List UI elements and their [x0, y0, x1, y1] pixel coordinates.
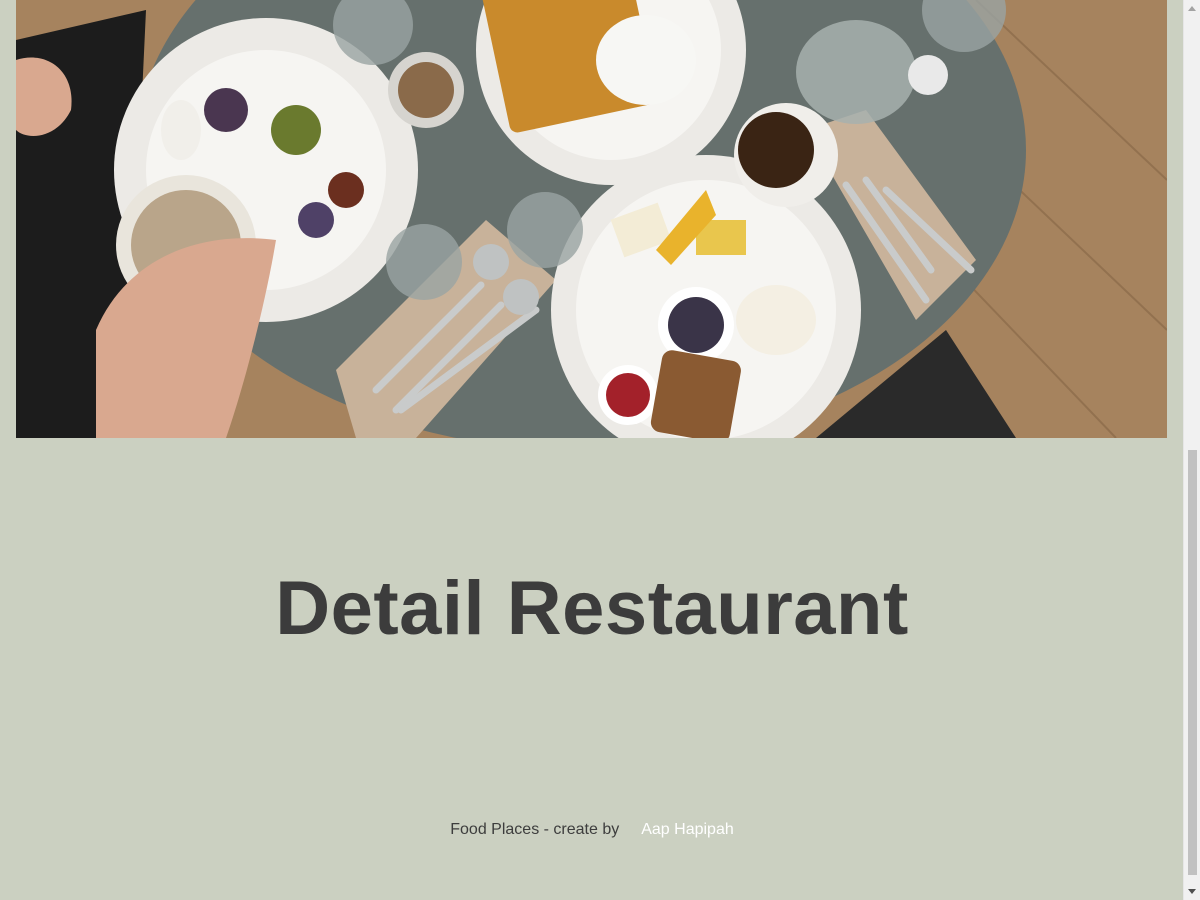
hero-photo-illustration [16, 0, 1167, 438]
vertical-scrollbar[interactable] [1183, 0, 1200, 900]
scroll-up-arrow-icon[interactable] [1188, 6, 1196, 11]
author-link[interactable]: Aap Hapipah [641, 821, 734, 838]
hero-image [16, 0, 1167, 438]
scroll-down-arrow-icon[interactable] [1188, 889, 1196, 894]
page-title: Detail Restaurant [275, 566, 909, 651]
scrollbar-thumb[interactable] [1188, 450, 1197, 875]
footer: Food Places - create by Aap Hapipah [0, 820, 1184, 840]
footer-text: Food Places - create by [450, 821, 620, 838]
